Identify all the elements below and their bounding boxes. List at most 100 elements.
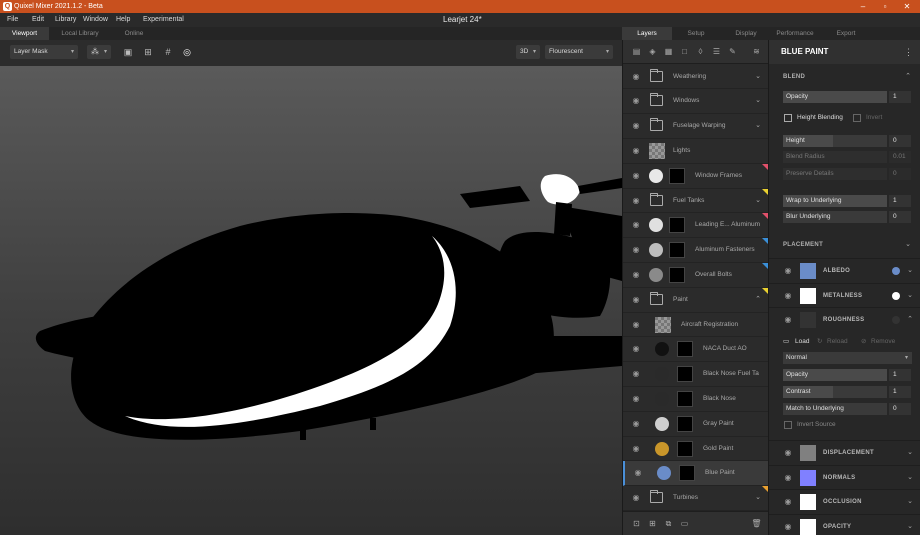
layer-row[interactable]: ◉ NACA Duct AO (623, 337, 769, 363)
remove-icon[interactable]: ⊘ (861, 336, 866, 348)
minimize-icon[interactable]: – (858, 1, 868, 12)
placement-section-header[interactable]: PLACEMENT ⌄ (769, 237, 920, 253)
layer-row[interactable]: ◉ Leading E... Aluminum (623, 213, 769, 239)
projection-icon[interactable]: ▦ (663, 46, 674, 57)
visibility-eye-icon[interactable]: ◉ (631, 121, 641, 131)
layer-mask-thumbnail[interactable] (677, 391, 693, 407)
wrap-underlying-value[interactable]: 1 (889, 195, 911, 207)
layer-row[interactable]: ◉ ⌃ Paint (623, 287, 769, 313)
add-mask-icon[interactable]: ⊡ (631, 518, 642, 529)
reload-button[interactable]: Reload (827, 336, 848, 348)
layer-row[interactable]: ◉ Aircraft Registration (623, 313, 769, 338)
roughness-opacity-slider[interactable]: Opacity (783, 369, 887, 381)
blur-underlying-value[interactable]: 0 (889, 211, 911, 223)
adjustments-icon[interactable]: ☰ (711, 46, 722, 57)
close-icon[interactable]: ✕ (902, 1, 912, 12)
layer-mask-thumbnail[interactable] (677, 415, 693, 432)
match-underlying-slider[interactable]: Match to Underlying (783, 403, 887, 415)
visibility-eye-icon[interactable]: ◉ (631, 394, 641, 404)
wrap-underlying-slider[interactable]: Wrap to Underlying (783, 195, 887, 207)
duplicate-icon[interactable]: ⧉ (663, 518, 674, 529)
tab-viewport[interactable]: Viewport (0, 27, 49, 40)
match-underlying-value[interactable]: 0 (889, 403, 911, 415)
menu-edit[interactable]: Edit (32, 15, 44, 25)
layer-row[interactable]: ◉ Lights (623, 139, 769, 164)
menu-help[interactable]: Help (116, 15, 130, 25)
invert-source-checkbox[interactable] (784, 421, 792, 429)
visibility-eye-icon[interactable]: ◉ (783, 266, 793, 276)
blend-radius-slider[interactable]: Blend Radius (783, 151, 887, 163)
tab-setup[interactable]: Setup (678, 27, 714, 40)
layer-row[interactable]: ◉ Overall Bolts (623, 263, 769, 288)
chevron-up-icon[interactable]: ⌃ (907, 308, 913, 332)
target-icon[interactable]: ◎ (181, 46, 193, 58)
visibility-eye-icon[interactable]: ◉ (783, 291, 793, 301)
channel-color-dot[interactable] (892, 291, 900, 300)
remove-button[interactable]: Remove (871, 336, 895, 348)
chevron-down-icon[interactable]: ⌄ (907, 284, 913, 308)
reload-icon[interactable]: ↻ (817, 336, 822, 348)
visibility-eye-icon[interactable]: ◉ (631, 245, 641, 255)
channel-row-roughness[interactable]: ◉ ROUGHNESS ⌃ (769, 307, 920, 331)
chevron-down-icon[interactable]: ⌄ (907, 490, 913, 514)
contrast-value[interactable]: 1 (889, 386, 911, 398)
channel-row-metalness[interactable]: ◉ METALNESS ⌄ (769, 282, 920, 308)
grid-2x2-icon[interactable]: ⊞ (142, 46, 154, 58)
visibility-eye-icon[interactable]: ◉ (631, 444, 641, 454)
layer-row[interactable]: ◉ Window Frames (623, 163, 769, 189)
visibility-eye-icon[interactable]: ◉ (631, 270, 641, 280)
channel-swatch[interactable] (800, 287, 816, 304)
chevron-up-icon[interactable]: ⌃ (755, 288, 761, 312)
load-button[interactable]: Load (795, 336, 809, 348)
layer-row[interactable]: ◉ Gold Paint (623, 437, 769, 462)
visibility-eye-icon[interactable]: ◉ (631, 146, 641, 156)
layer-row[interactable]: ◉ ⌄ Turbines (623, 486, 769, 511)
menu-file[interactable]: File (7, 15, 18, 25)
layer-mask-thumbnail[interactable] (669, 267, 685, 283)
visibility-eye-icon[interactable]: ◉ (631, 493, 641, 503)
chevron-down-icon[interactable]: ⌄ (755, 486, 761, 510)
invert-checkbox[interactable] (853, 114, 861, 122)
folder-icon[interactable]: ▭ (783, 336, 789, 348)
chevron-down-icon[interactable]: ⌄ (907, 441, 913, 465)
object-mode-dropdown[interactable]: ⁂ ▾ (87, 45, 111, 59)
visibility-eye-icon[interactable]: ◉ (631, 295, 641, 305)
render-mode-dropdown[interactable]: 3D ▾ (516, 45, 540, 59)
visibility-eye-icon[interactable]: ◉ (631, 72, 641, 82)
channel-swatch[interactable] (800, 445, 816, 461)
channel-swatch[interactable] (800, 494, 816, 510)
chevron-down-icon[interactable]: ⌄ (755, 114, 761, 138)
channel-row-opacity[interactable]: ◉ OPACITY ⌄ (769, 513, 920, 535)
tab-export[interactable]: Export (826, 27, 866, 40)
layer-mask-thumbnail[interactable] (679, 465, 695, 482)
layer-mask-thumbnail[interactable] (669, 242, 685, 259)
chevron-down-icon[interactable]: ⌄ (907, 466, 913, 490)
trash-icon[interactable]: 🗑 (751, 518, 762, 529)
roughness-opacity-value[interactable]: 1 (889, 369, 911, 381)
layer-row[interactable]: ◉ Black Nose (623, 387, 769, 412)
tab-display[interactable]: Display (728, 27, 764, 40)
add-layer-icon[interactable]: ⊞ (647, 518, 658, 529)
visibility-eye-icon[interactable]: ◉ (631, 220, 641, 230)
layer-row[interactable]: ◉ Black Nose Fuel Ta (623, 362, 769, 387)
channel-swatch[interactable] (800, 263, 816, 279)
opacity-slider[interactable]: Opacity (783, 91, 887, 103)
preserve-details-value[interactable]: 0 (889, 168, 911, 180)
layer-row[interactable]: ◉ Aluminum Fasteners (623, 238, 769, 263)
chevron-down-icon[interactable]: ⌄ (755, 89, 761, 113)
height-blending-checkbox[interactable] (784, 114, 792, 122)
new-folder-icon[interactable]: ▭ (679, 518, 690, 529)
tab-local-library[interactable]: Local Library (55, 27, 105, 40)
tab-performance[interactable]: Performance (770, 27, 820, 40)
channel-swatch[interactable] (800, 469, 816, 486)
paint-layer-icon[interactable]: ◈ (647, 46, 658, 57)
more-options-icon[interactable]: ⋮ (904, 40, 913, 64)
channel-swatch[interactable] (800, 518, 816, 535)
layer-mask-thumbnail[interactable] (669, 167, 685, 184)
channel-swatch[interactable] (800, 312, 816, 328)
visibility-eye-icon[interactable]: ◉ (783, 448, 793, 458)
layer-mask-thumbnail[interactable] (669, 217, 685, 234)
chevron-down-icon[interactable]: ⌄ (755, 65, 761, 89)
smart-material-icon[interactable]: ▤ (631, 46, 642, 57)
layer-stack-icon[interactable]: ≋ (751, 46, 762, 57)
